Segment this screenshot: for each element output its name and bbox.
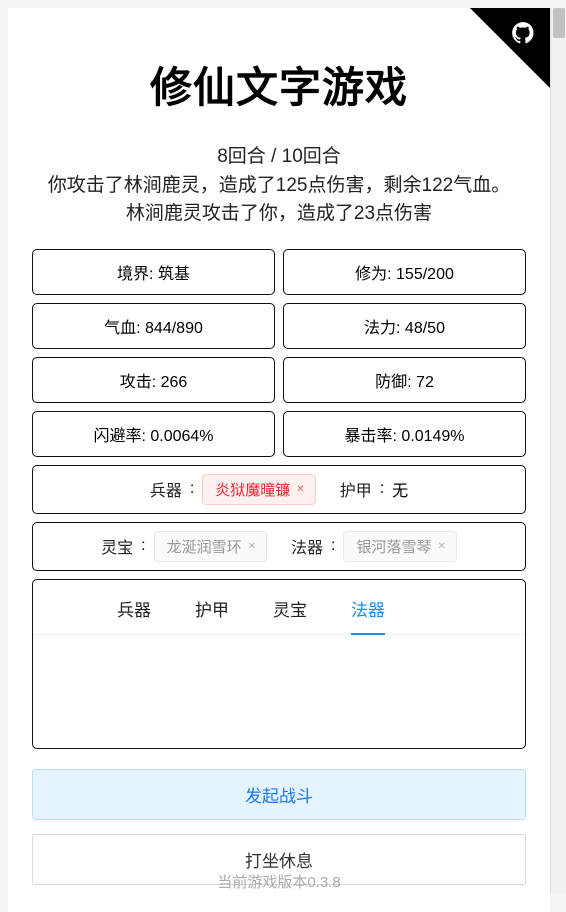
stat-hp: 气血: 844/890 bbox=[32, 303, 275, 349]
slot-treasure: 灵宝: 龙涎润雪环 ✕ bbox=[101, 531, 267, 562]
stat-cultivation: 修为: 155/200 bbox=[283, 249, 526, 295]
stats-grid: 境界: 筑基 修为: 155/200 气血: 844/890 法力: 48/50… bbox=[32, 249, 526, 571]
stat-realm: 境界: 筑基 bbox=[32, 249, 275, 295]
tag-treasure[interactable]: 龙涎润雪环 ✕ bbox=[154, 531, 267, 562]
stat-dodge: 闪避率: 0.0064% bbox=[32, 411, 275, 457]
scrollbar[interactable] bbox=[550, 8, 566, 894]
stat-defense: 防御: 72 bbox=[283, 357, 526, 403]
tab-armor[interactable]: 护甲 bbox=[195, 596, 229, 634]
slot-armor: 护甲: 无 bbox=[340, 477, 408, 501]
actions: 发起战斗 打坐休息 bbox=[32, 769, 526, 885]
equip-weapon-armor: 兵器: 炎狱魔曈镰 ✕ 护甲: 无 bbox=[32, 465, 526, 514]
round-indicator: 8回合 / 10回合 bbox=[36, 143, 522, 172]
tab-weapon[interactable]: 兵器 bbox=[117, 596, 151, 634]
tabs-bar: 兵器 护甲 灵宝 法器 bbox=[33, 580, 525, 635]
fight-button[interactable]: 发起战斗 bbox=[32, 769, 526, 820]
inventory-tabs-card: 兵器 护甲 灵宝 法器 bbox=[32, 579, 526, 749]
app-frame: 修仙文字游戏 8回合 / 10回合 你攻击了林涧鹿灵，造成了125点伤害，剩余1… bbox=[8, 8, 550, 912]
tag-tool[interactable]: 银河落雪琴 ✕ bbox=[343, 531, 456, 562]
stat-mp: 法力: 48/50 bbox=[283, 303, 526, 349]
page-title: 修仙文字游戏 bbox=[32, 54, 526, 115]
github-cat-icon[interactable] bbox=[510, 20, 536, 51]
scrollbar-thumb[interactable] bbox=[553, 8, 565, 38]
equip-treasure-tool: 灵宝: 龙涎润雪环 ✕ 法器: 银河落雪琴 ✕ bbox=[32, 522, 526, 571]
tab-tool[interactable]: 法器 bbox=[351, 596, 385, 635]
battle-log-line: 林涧鹿灵攻击了你，造成了23点伤害 bbox=[36, 200, 522, 229]
tab-treasure[interactable]: 灵宝 bbox=[273, 596, 307, 634]
close-icon[interactable]: ✕ bbox=[296, 484, 304, 495]
stat-crit: 暴击率: 0.0149% bbox=[283, 411, 526, 457]
slot-weapon: 兵器: 炎狱魔曈镰 ✕ bbox=[150, 474, 316, 505]
stat-attack: 攻击: 266 bbox=[32, 357, 275, 403]
close-icon[interactable]: ✕ bbox=[437, 541, 445, 552]
version-text: 当前游戏版本0.3.8 bbox=[32, 871, 526, 892]
battle-status: 8回合 / 10回合 你攻击了林涧鹿灵，造成了125点伤害，剩余122气血。 林… bbox=[32, 143, 526, 229]
slot-tool: 法器: 银河落雪琴 ✕ bbox=[291, 531, 457, 562]
battle-log-line: 你攻击了林涧鹿灵，造成了125点伤害，剩余122气血。 bbox=[36, 172, 522, 201]
tag-weapon[interactable]: 炎狱魔曈镰 ✕ bbox=[202, 474, 315, 505]
close-icon[interactable]: ✕ bbox=[248, 541, 256, 552]
